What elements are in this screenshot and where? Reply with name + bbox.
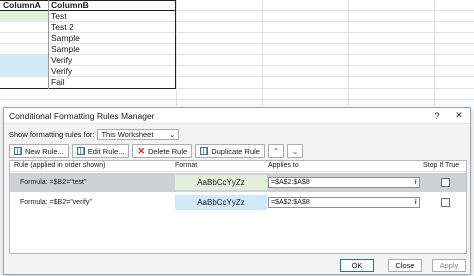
table-border (0, 0, 176, 89)
grid-line (434, 0, 435, 105)
move-up-button[interactable]: ⌃ (267, 144, 284, 158)
duplicate-rule-label: Duplicate Rule (211, 146, 260, 156)
chevron-up-icon: ⌃ (272, 146, 280, 156)
help-icon[interactable]: ? (426, 108, 448, 124)
table-header-divider (0, 10, 176, 11)
edit-rule-label: Edit Rule... (87, 146, 125, 156)
applies-to-value: =$A$2:$A$8 (271, 199, 310, 206)
show-rules-label: Show formatting rules for: (9, 130, 95, 139)
rules-list-header: Rule (applied in order shown) Format App… (10, 161, 466, 172)
delete-icon: ✕ (137, 146, 145, 156)
new-rule-label: New Rule... (25, 146, 64, 156)
column-header-rule: Rule (applied in order shown) (14, 162, 106, 169)
delete-rule-label: Delete Rule (148, 146, 188, 156)
rule-row[interactable]: Formula: =$B2="verify" AaBbCcYyZz =$A$2:… (10, 193, 466, 212)
show-rules-value: This Worksheet (101, 130, 154, 139)
collapse-dialog-icon[interactable]: ⭱ (415, 198, 417, 207)
duplicate-rule-button[interactable]: Duplicate Rule (195, 144, 265, 158)
dialog-title: Conditional Formatting Rules Manager (9, 110, 155, 121)
worksheet: ColumnA ColumnB Test Test 2 Sample Sampl… (0, 0, 474, 105)
grid-line (262, 0, 263, 105)
move-down-button[interactable]: ⌄ (286, 144, 303, 158)
applies-to-value: =$A$2:$A$8 (271, 179, 310, 186)
column-header-applies-to: Applies to (268, 162, 299, 169)
rule-formula: Formula: =$B2="verify" (20, 199, 92, 206)
rules-toolbar: New Rule... Edit Rule... ✕ Delete Rule D… (9, 144, 303, 158)
rule-row[interactable]: Formula: =$B2="test" AaBbCcYyZz =$A$2:$A… (10, 173, 466, 192)
table-column-divider (48, 0, 49, 89)
format-preview: AaBbCcYyZz (175, 195, 267, 210)
column-header-stop-if-true: Stop If True (423, 162, 460, 169)
show-rules-row: Show formatting rules for: This Workshee… (9, 129, 180, 140)
stop-if-true-checkbox[interactable] (441, 178, 450, 187)
close-button[interactable]: Close (388, 259, 422, 272)
chevron-down-icon: ⌄ (291, 146, 299, 156)
grid-line (0, 99, 474, 100)
apply-button[interactable]: Apply (432, 259, 466, 272)
column-header-format: Format (175, 162, 198, 169)
applies-to-field[interactable]: =$A$2:$A$8 ⭱ (268, 197, 420, 208)
rule-formula: Formula: =$B2="test" (20, 179, 87, 186)
applies-to-field[interactable]: =$A$2:$A$8 ⭱ (268, 177, 420, 188)
ok-button[interactable]: OK (340, 259, 374, 272)
stop-if-true-checkbox[interactable] (441, 198, 450, 207)
show-rules-select[interactable]: This Worksheet ⌄ (97, 129, 180, 140)
edit-rule-icon (76, 147, 85, 155)
chevron-down-icon: ⌄ (169, 130, 176, 139)
duplicate-rule-icon (200, 147, 209, 155)
close-icon[interactable]: ✕ (448, 108, 470, 124)
conditional-formatting-dialog: Conditional Formatting Rules Manager ? ✕… (3, 107, 471, 275)
new-rule-icon (14, 147, 22, 155)
dialog-titlebar: Conditional Formatting Rules Manager ? ✕ (4, 108, 470, 124)
grid-line (348, 0, 349, 105)
delete-rule-button[interactable]: ✕ Delete Rule (132, 144, 193, 158)
format-preview: AaBbCcYyZz (175, 175, 267, 190)
rules-list: Rule (applied in order shown) Format App… (9, 160, 467, 254)
grid-line (176, 0, 177, 105)
edit-rule-button[interactable]: Edit Rule... (71, 144, 130, 158)
new-rule-button[interactable]: New Rule... (9, 144, 69, 158)
collapse-dialog-icon[interactable]: ⭱ (415, 178, 417, 187)
